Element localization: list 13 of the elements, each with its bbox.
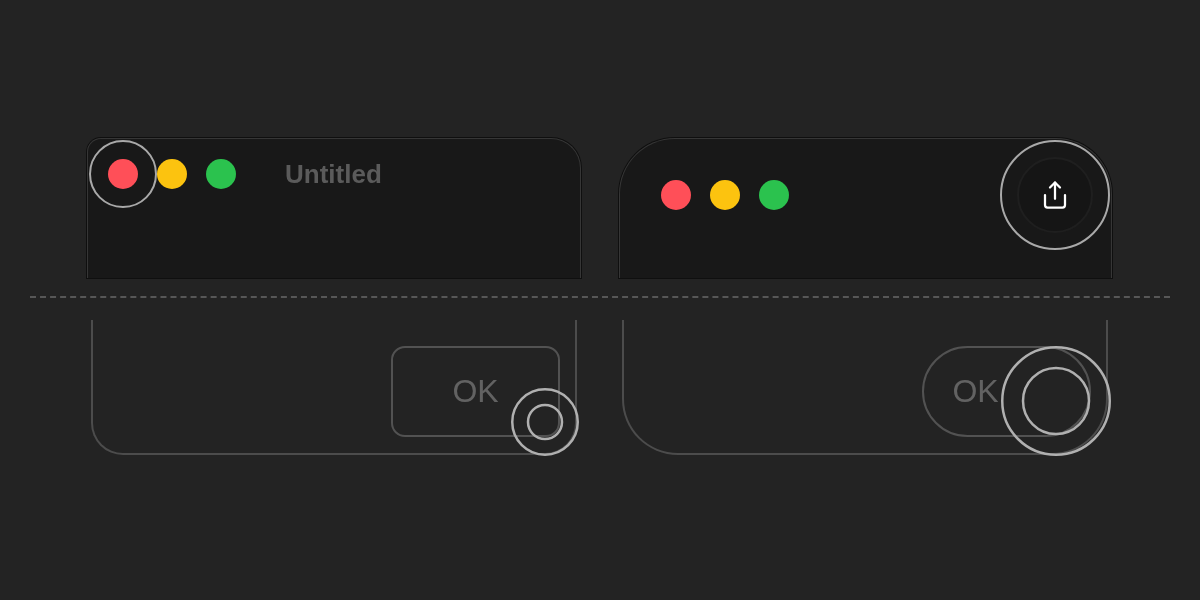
ok-button[interactable]: OK — [391, 346, 560, 437]
close-button[interactable] — [108, 159, 138, 189]
minimize-button[interactable] — [157, 159, 187, 189]
close-button[interactable] — [661, 180, 691, 210]
highlight-ring — [89, 140, 157, 208]
target-ring-icon — [511, 388, 579, 456]
ok-button[interactable]: OK — [922, 346, 1091, 437]
window-title: Untitled — [285, 158, 382, 190]
target-ring-icon — [1001, 346, 1111, 456]
share-button[interactable] — [1017, 157, 1093, 233]
zoom-button[interactable] — [206, 159, 236, 189]
zoom-button[interactable] — [759, 180, 789, 210]
minimize-button[interactable] — [710, 180, 740, 210]
